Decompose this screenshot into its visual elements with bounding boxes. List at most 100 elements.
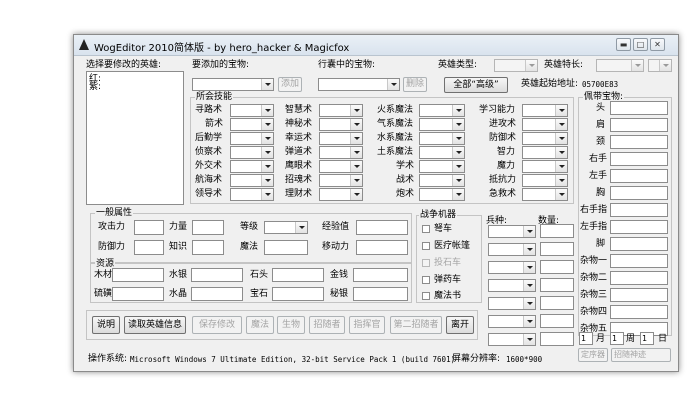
delete-button[interactable]: 删除 xyxy=(403,77,427,92)
sulfur-field[interactable] xyxy=(112,287,164,301)
add-treasure-select[interactable] xyxy=(192,78,274,91)
magic-button[interactable]: 魔法 xyxy=(246,316,274,334)
treasure-slot-field[interactable] xyxy=(610,169,668,183)
catapult-checkbox[interactable] xyxy=(422,259,430,267)
treasure-slot-field[interactable] xyxy=(610,203,668,217)
treasure-slot-field[interactable] xyxy=(610,220,668,234)
save-button[interactable]: 保存修改 xyxy=(192,316,242,334)
treasure-slot-field[interactable] xyxy=(610,254,668,268)
treasure-slot-field[interactable] xyxy=(610,237,668,251)
troop-count-field[interactable] xyxy=(540,260,574,274)
skill-level-select[interactable] xyxy=(230,174,274,187)
treasure-slot-field[interactable] xyxy=(610,271,668,285)
treasure-slot-field[interactable] xyxy=(610,135,668,149)
strength-field[interactable] xyxy=(192,220,224,235)
spellbook-checkbox[interactable] xyxy=(422,292,430,300)
week-field[interactable]: 1 xyxy=(610,332,624,345)
skill-level-select[interactable] xyxy=(319,146,363,159)
ammo-cart-checkbox[interactable] xyxy=(422,276,430,284)
hero-specialty-select[interactable] xyxy=(596,59,644,72)
troop-select[interactable] xyxy=(488,333,536,346)
crystal-field[interactable] xyxy=(191,287,243,301)
hero-specialty-sub-select[interactable] xyxy=(648,59,672,72)
attack-field[interactable] xyxy=(134,220,164,235)
skill-level-select[interactable] xyxy=(230,132,274,145)
skill-level-select[interactable] xyxy=(522,174,568,187)
skill-level-select[interactable] xyxy=(522,160,568,173)
skill-level-select[interactable] xyxy=(419,118,465,131)
skill-level-select[interactable] xyxy=(319,132,363,145)
skill-level-select[interactable] xyxy=(522,146,568,159)
troop-select[interactable] xyxy=(488,279,536,292)
defense-field[interactable] xyxy=(134,240,164,255)
close-button[interactable]: ✕ xyxy=(650,38,665,51)
maximize-button[interactable]: □ xyxy=(633,38,648,51)
skill-level-select[interactable] xyxy=(522,132,568,145)
skill-level-select[interactable] xyxy=(419,104,465,117)
timer-button[interactable]: 定序器 xyxy=(578,348,608,362)
troop-select[interactable] xyxy=(488,297,536,310)
help-button[interactable]: 说明 xyxy=(92,316,120,334)
level-select[interactable] xyxy=(264,221,308,234)
skill-level-select[interactable] xyxy=(522,188,568,201)
all-advanced-button[interactable]: 全部“高级” xyxy=(444,77,508,93)
troop-count-field[interactable] xyxy=(540,314,574,328)
add-button[interactable]: 添加 xyxy=(278,77,302,92)
ore-field[interactable] xyxy=(272,268,324,282)
read-hero-button[interactable]: 读取英雄信息 xyxy=(124,316,186,334)
treasure-slot-field[interactable] xyxy=(610,288,668,302)
treasure-slot-field[interactable] xyxy=(610,186,668,200)
troop-select[interactable] xyxy=(488,261,536,274)
follow-miracle-button[interactable]: 招随神迹 xyxy=(611,348,671,362)
troop-count-field[interactable] xyxy=(540,224,574,238)
mercury-field[interactable] xyxy=(191,268,243,282)
minimize-button[interactable]: ▬ xyxy=(616,38,631,51)
troop-count-field[interactable] xyxy=(540,278,574,292)
skill-level-select[interactable] xyxy=(419,174,465,187)
hero-list-item-purple[interactable]: 紫: xyxy=(89,81,101,93)
gold-field[interactable] xyxy=(353,268,408,282)
ballista-checkbox[interactable] xyxy=(422,225,430,233)
skill-level-select[interactable] xyxy=(230,188,274,201)
wood-field[interactable] xyxy=(112,268,164,282)
skill-level-select[interactable] xyxy=(522,118,568,131)
skill-level-select[interactable] xyxy=(319,118,363,131)
skill-level-select[interactable] xyxy=(319,174,363,187)
troop-select[interactable] xyxy=(488,225,536,238)
skill-level-select[interactable] xyxy=(419,146,465,159)
skill-level-select[interactable] xyxy=(522,104,568,117)
magic-field[interactable] xyxy=(264,240,308,255)
bag-treasure-select[interactable] xyxy=(318,78,400,91)
creature-button[interactable]: 生物 xyxy=(277,316,305,334)
leave-button[interactable]: 离开 xyxy=(446,316,474,334)
first-aid-tent-checkbox[interactable] xyxy=(422,242,430,250)
gems-field[interactable] xyxy=(272,287,324,301)
hero-type-select[interactable] xyxy=(494,59,538,72)
skill-level-select[interactable] xyxy=(419,160,465,173)
treasure-slot-field[interactable] xyxy=(610,152,668,166)
treasure-slot-field[interactable] xyxy=(610,118,668,132)
skill-level-select[interactable] xyxy=(230,160,274,173)
skill-level-select[interactable] xyxy=(419,188,465,201)
treasure-slot-field[interactable] xyxy=(610,305,668,319)
skill-level-select[interactable] xyxy=(230,118,274,131)
troop-select[interactable] xyxy=(488,243,536,256)
treasure-slot-field[interactable] xyxy=(610,101,668,115)
skill-level-select[interactable] xyxy=(230,146,274,159)
guide-button[interactable]: 指挥官 xyxy=(349,316,385,334)
month-field[interactable]: 1 xyxy=(579,332,593,345)
mithril-field[interactable] xyxy=(353,287,408,301)
skill-level-select[interactable] xyxy=(319,160,363,173)
movement-field[interactable] xyxy=(356,240,408,255)
day-field[interactable]: 1 xyxy=(640,332,654,345)
troop-count-field[interactable] xyxy=(540,242,574,256)
skill-level-select[interactable] xyxy=(319,188,363,201)
exp-field[interactable] xyxy=(356,220,408,235)
second-hire-button[interactable]: 第二招随者 xyxy=(390,316,442,334)
troop-count-field[interactable] xyxy=(540,332,574,346)
hire-button[interactable]: 招随者 xyxy=(309,316,345,334)
skill-level-select[interactable] xyxy=(319,104,363,117)
troop-select[interactable] xyxy=(488,315,536,328)
skill-level-select[interactable] xyxy=(419,132,465,145)
troop-count-field[interactable] xyxy=(540,296,574,310)
